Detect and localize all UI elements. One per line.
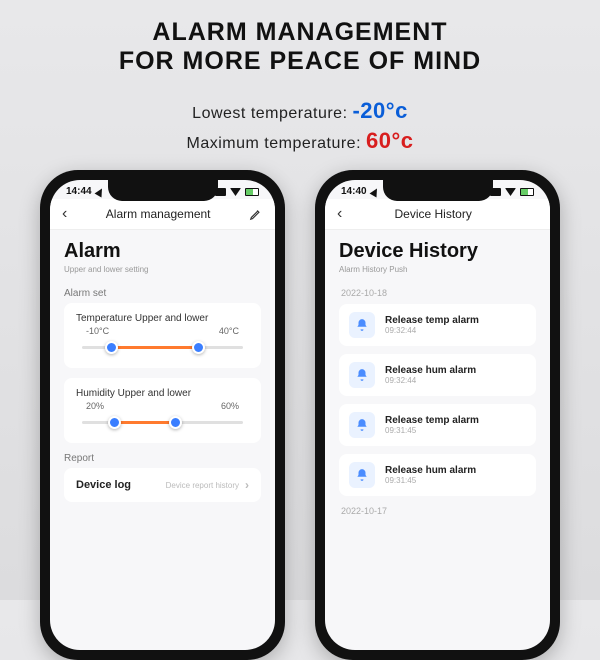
device-log-hint: Device report history: [166, 481, 239, 490]
date-label-2: 2022-10-17: [341, 506, 536, 516]
hum-slider-thumb-high[interactable]: [169, 416, 182, 429]
nav-title: Alarm management: [106, 207, 211, 221]
temp-slider-thumb-high[interactable]: [192, 341, 205, 354]
location-icon: [369, 186, 380, 197]
device-log-row[interactable]: Device log Device report history ›: [64, 468, 261, 502]
history-item-title: Release temp alarm: [385, 415, 479, 426]
hum-card-title: Humidity Upper and lower: [76, 388, 249, 399]
wifi-icon: [230, 188, 241, 196]
nav-title: Device History: [394, 207, 471, 221]
history-item[interactable]: Release temp alarm09:32:44: [339, 304, 536, 346]
bell-icon: [349, 412, 375, 438]
location-icon: [94, 186, 105, 197]
high-temp-value: 60°c: [366, 128, 414, 153]
history-item-time: 09:32:44: [385, 326, 479, 335]
status-time: 14:40: [341, 186, 367, 197]
bell-icon: [349, 312, 375, 338]
hum-low-label: 20%: [86, 401, 104, 411]
page-heading: Alarm: [64, 240, 261, 263]
humidity-range-card: Humidity Upper and lower 20% 60%: [64, 378, 261, 443]
temperature-slider[interactable]: [82, 338, 243, 358]
page-headline: ALARM MANAGEMENT FOR MORE PEACE OF MIND: [0, 0, 600, 76]
phone-left: 14:44 ‹ Alarm management Alarm Upper and: [40, 170, 285, 660]
high-temp-label: Maximum temperature:: [187, 135, 362, 152]
history-item-title: Release hum alarm: [385, 365, 476, 376]
date-label-1: 2022-10-18: [341, 288, 536, 298]
humidity-slider[interactable]: [82, 413, 243, 433]
bell-icon: [349, 362, 375, 388]
specs-block: Lowest temperature: -20°c Maximum temper…: [0, 98, 600, 154]
history-item[interactable]: Release hum alarm09:31:45: [339, 454, 536, 496]
temperature-range-card: Temperature Upper and lower -10°C 40°C: [64, 303, 261, 368]
history-item-time: 09:31:45: [385, 426, 479, 435]
history-item-title: Release hum alarm: [385, 465, 476, 476]
chevron-right-icon: ›: [245, 478, 249, 492]
temp-high-label: 40°C: [219, 326, 239, 336]
page-heading: Device History: [339, 240, 536, 263]
hum-high-label: 60%: [221, 401, 239, 411]
temp-card-title: Temperature Upper and lower: [76, 313, 249, 324]
section-report: Report: [64, 453, 261, 464]
phone-notch: [383, 179, 493, 201]
page-subheading: Alarm History Push: [339, 265, 536, 274]
page-subheading: Upper and lower setting: [64, 265, 261, 274]
phone-notch: [108, 179, 218, 201]
history-item[interactable]: Release hum alarm09:32:44: [339, 354, 536, 396]
battery-icon: [520, 188, 534, 196]
back-button[interactable]: ‹: [337, 205, 342, 223]
hum-slider-thumb-low[interactable]: [108, 416, 121, 429]
headline-line2: FOR MORE PEACE OF MIND: [0, 47, 600, 76]
nav-bar: ‹ Device History: [325, 199, 550, 230]
history-item[interactable]: Release temp alarm09:31:45: [339, 404, 536, 446]
low-temp-label: Lowest temperature:: [192, 105, 347, 122]
history-item-title: Release temp alarm: [385, 315, 479, 326]
battery-icon: [245, 188, 259, 196]
status-time: 14:44: [66, 186, 92, 197]
temp-low-label: -10°C: [86, 326, 109, 336]
device-log-label: Device log: [76, 479, 131, 491]
temp-slider-thumb-low[interactable]: [105, 341, 118, 354]
low-temp-value: -20°c: [352, 98, 407, 123]
nav-bar: ‹ Alarm management: [50, 199, 275, 230]
back-button[interactable]: ‹: [62, 205, 67, 223]
history-item-time: 09:32:44: [385, 376, 476, 385]
section-alarm-set: Alarm set: [64, 288, 261, 299]
edit-icon[interactable]: [249, 207, 263, 221]
wifi-icon: [505, 188, 516, 196]
phone-right: 14:40 ‹ Device History Device History Al…: [315, 170, 560, 660]
bell-icon: [349, 462, 375, 488]
headline-line1: ALARM MANAGEMENT: [0, 18, 600, 47]
history-item-time: 09:31:45: [385, 476, 476, 485]
